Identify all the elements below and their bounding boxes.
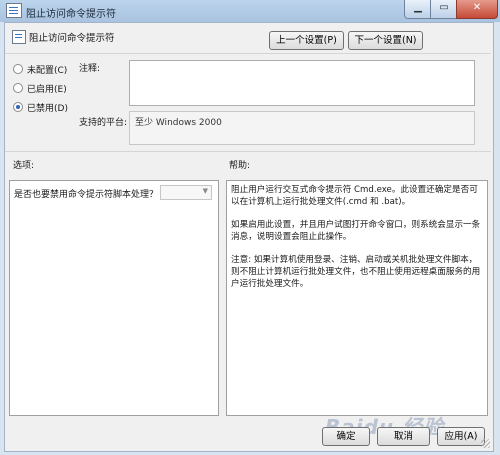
help-paragraph: 注意: 如果计算机使用登录、注销、启动或关机批处理文件脚本，则不阻止计算机运行批… (231, 255, 481, 289)
help-panel: 阻止用户运行交互式命令提示符 Cmd.exe。此设置还确定是否可以在计算机上运行… (226, 180, 488, 416)
title-bar[interactable]: 阻止访问命令提示符 ▁ ▭ ✕ (0, 0, 500, 22)
header-divider (5, 53, 491, 54)
dialog-body: 阻止访问命令提示符 上一个设置(P) 下一个设置(N) 未配置(C) 已启用(E… (4, 22, 494, 452)
cancel-button[interactable]: 取消 (377, 427, 430, 446)
help-label: 帮助: (229, 161, 251, 171)
section-divider (5, 151, 491, 152)
close-button[interactable]: ✕ (456, 0, 498, 19)
script-processing-dropdown[interactable]: ▼ (160, 185, 212, 200)
policy-icon (6, 3, 22, 18)
previous-setting-button[interactable]: 上一个设置(P) (269, 31, 344, 50)
radio-label-disabled: 已禁用(D) (27, 104, 68, 114)
platform-field: 至少 Windows 2000 (129, 111, 475, 145)
comment-label: 注释: (79, 64, 101, 74)
radio-enabled[interactable] (13, 83, 23, 93)
policy-title: 阻止访问命令提示符 (29, 33, 115, 44)
apply-button[interactable]: 应用(A) (437, 427, 485, 446)
radio-label-not-configured: 未配置(C) (27, 66, 68, 76)
minimize-button[interactable]: ▁ (404, 0, 432, 19)
help-paragraph: 如果启用此设置，并且用户试图打开命令窗口，则系统会显示一条消息，说明设置会阻止此… (231, 220, 481, 242)
next-setting-button[interactable]: 下一个设置(N) (348, 31, 423, 50)
options-panel: 是否也要禁用命令提示符脚本处理？ ▼ (9, 180, 219, 416)
help-paragraph: 阻止用户运行交互式命令提示符 Cmd.exe。此设置还确定是否可以在计算机上运行… (231, 185, 478, 207)
radio-label-enabled: 已启用(E) (27, 85, 67, 95)
policy-header-icon (12, 30, 26, 44)
ok-button[interactable]: 确定 (322, 427, 370, 446)
radio-disabled[interactable] (13, 102, 23, 112)
platform-label: 支持的平台: (79, 118, 128, 128)
options-label: 选项: (13, 161, 35, 171)
comment-field[interactable] (129, 60, 475, 106)
resize-grip[interactable] (481, 439, 490, 448)
radio-not-configured[interactable] (13, 64, 23, 74)
script-processing-question: 是否也要禁用命令提示符脚本处理？ (14, 190, 159, 200)
maximize-button[interactable]: ▭ (430, 0, 458, 19)
chevron-down-icon: ▼ (202, 187, 208, 195)
window-title: 阻止访问命令提示符 (26, 9, 116, 20)
